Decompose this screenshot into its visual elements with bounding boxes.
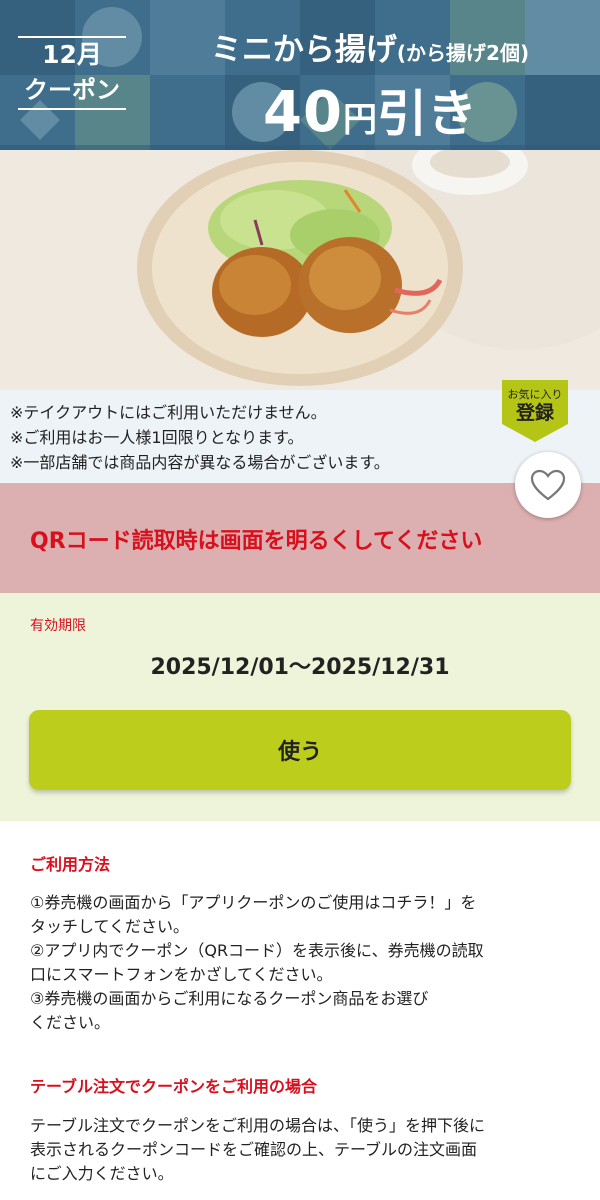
howto-step-line: ②アプリ内でクーポン（QRコード）を表示後に、券売機の読取 (30, 941, 484, 960)
month-coupon-badge: 12月 クーポン (14, 36, 130, 114)
howto-step-line: ください。 (30, 1013, 111, 1032)
usage-instructions: ご利用方法 ①券売機の画面から「アプリクーポンのご使用はコチラ！」を タッチして… (0, 821, 600, 1200)
qr-warning-text: QRコード読取時は画面を明るくしてください (30, 529, 483, 554)
discount-unit: 円 (342, 100, 377, 140)
howto-title: ご利用方法 (30, 855, 111, 874)
favorite-button[interactable] (515, 452, 581, 518)
table-order-line: テーブル注文でクーポンをご利用の場合は、「使う」を押下後に (30, 1116, 486, 1135)
heart-icon (530, 469, 566, 501)
karaage-plate-photo (0, 150, 600, 390)
favorite-register-flag[interactable]: お気に入り 登録 (502, 380, 568, 444)
table-order-line: 表示されるクーポンコードをご確認の上、テーブルの注文画面 (30, 1140, 478, 1159)
coupon-discount: 40円引き (150, 78, 590, 150)
howto-step-line: ①券売機の画面から「アプリクーポンのご使用はコチラ！」を (30, 893, 477, 912)
validity-section: 有効期限 2025/12/01～2025/12/31 使う (0, 593, 600, 821)
validity-dates: 2025/12/01～2025/12/31 (150, 655, 450, 680)
discount-value: 40 (263, 80, 343, 145)
howto-steps: ①券売機の画面から「アプリクーポンのご使用はコチラ！」を タッチしてください。 … (30, 891, 575, 1035)
validity-label: 有効期限 (30, 618, 86, 634)
table-order-line: にご入力ください。 (30, 1164, 174, 1183)
coupon-hero: 12月 クーポン ミニから揚げ(から揚げ2個) 40円引き (0, 0, 600, 390)
note-store-difference: ※一部店舗では商品内容が異なる場合がございます。 (10, 453, 390, 472)
favorite-flag-line2: 登録 (515, 402, 554, 424)
coupon-title: ミニから揚げ(から揚げ2個) (150, 24, 590, 69)
coupon-title-sub: (から揚げ2個) (396, 41, 530, 65)
table-order-title: テーブル注文でクーポンをご利用の場合 (30, 1077, 318, 1096)
coupon-label: クーポン (24, 76, 120, 104)
month-label: 12月 (42, 40, 102, 69)
qr-warning-banner: QRコード読取時は画面を明るくしてください (0, 483, 600, 593)
coupon-title-main: ミニから揚げ (210, 32, 397, 68)
coupon-header-band: 12月 クーポン ミニから揚げ(から揚げ2個) 40円引き (0, 0, 600, 150)
table-order-text: テーブル注文でクーポンをご利用の場合は、「使う」を押下後に 表示されるクーポンコ… (30, 1114, 575, 1186)
discount-text: 引き (376, 85, 477, 143)
howto-step-line: タッチしてください。 (30, 917, 190, 936)
howto-step-line: 口にスマートフォンをかざしてください。 (30, 965, 333, 984)
howto-step-line: ③券売機の画面からご利用になるクーポン商品をお選び (30, 989, 429, 1008)
use-coupon-button[interactable]: 使う (29, 710, 571, 790)
